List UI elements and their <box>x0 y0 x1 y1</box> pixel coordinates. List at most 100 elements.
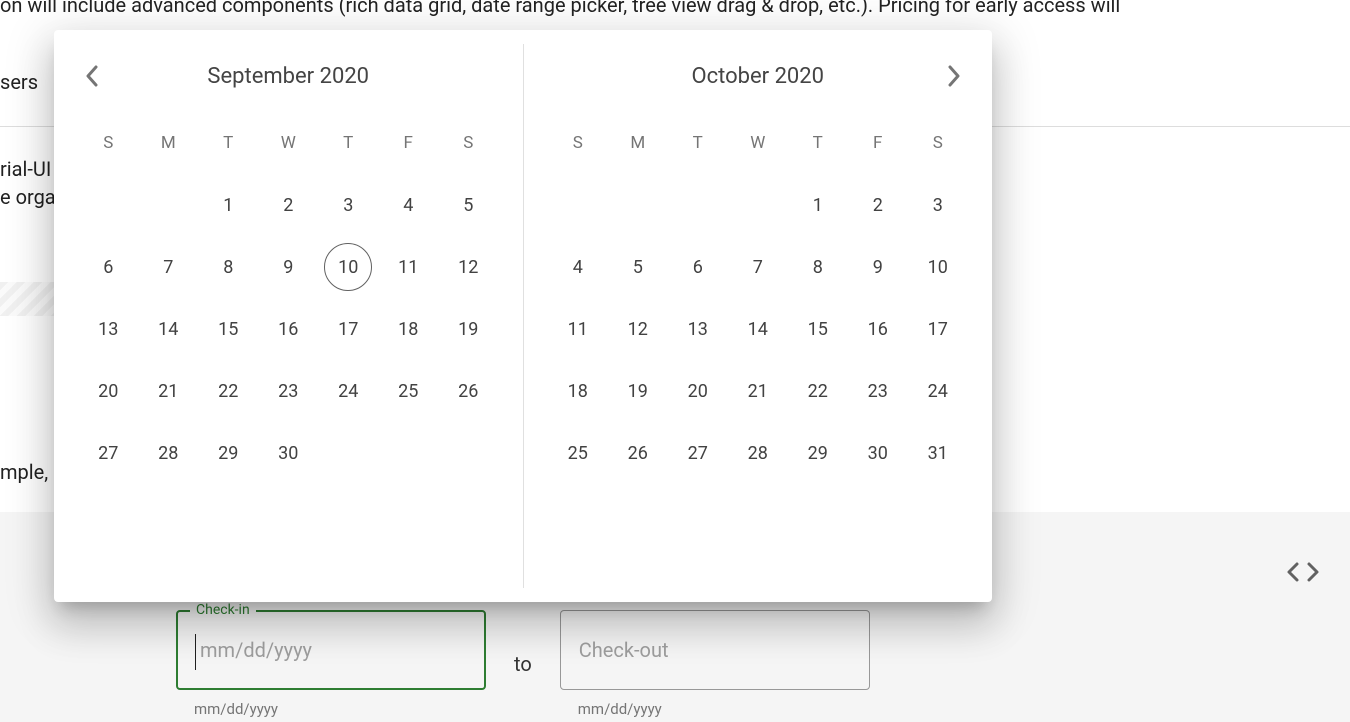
day-of-week-header: M <box>608 112 668 174</box>
text-caret <box>195 634 196 670</box>
day-of-week-header: T <box>788 112 848 174</box>
calendar-day[interactable]: 6 <box>668 236 728 298</box>
calendar-day[interactable]: 25 <box>378 360 438 422</box>
calendar-day[interactable]: 12 <box>608 298 668 360</box>
calendar-day[interactable]: 6 <box>78 236 138 298</box>
calendar-day[interactable]: 2 <box>258 174 318 236</box>
month-title-left: September 2020 <box>207 64 369 89</box>
calendar-day[interactable]: 1 <box>198 174 258 236</box>
calendar-day[interactable]: 26 <box>608 422 668 484</box>
checkin-input[interactable]: Check-in mm/dd/yyyy <box>176 610 486 690</box>
background-text-line: rial-UI <box>0 157 51 181</box>
calendar-empty-cell <box>548 174 608 236</box>
calendar-day[interactable]: 27 <box>668 422 728 484</box>
checkout-helper-text: mm/dd/yyyy <box>578 700 870 718</box>
calendar-day[interactable]: 10 <box>318 236 378 298</box>
calendar-day[interactable]: 4 <box>548 236 608 298</box>
calendar-day[interactable]: 15 <box>198 298 258 360</box>
day-of-week-header: M <box>138 112 198 174</box>
calendar-day[interactable]: 18 <box>378 298 438 360</box>
calendar-day[interactable]: 28 <box>138 422 198 484</box>
calendar-day[interactable]: 19 <box>608 360 668 422</box>
day-of-week-header: F <box>848 112 908 174</box>
checkout-placeholder: Check-out <box>579 638 669 662</box>
calendar-day[interactable]: 31 <box>908 422 968 484</box>
day-of-week-header: S <box>908 112 968 174</box>
calendar-empty-cell <box>138 174 198 236</box>
calendar-day[interactable]: 7 <box>728 236 788 298</box>
background-stripe <box>0 282 60 316</box>
calendar-day[interactable]: 27 <box>78 422 138 484</box>
month-panel-right: October 2020 SMTWTFS12345678910111213141… <box>524 30 993 602</box>
calendar-day[interactable]: 5 <box>438 174 498 236</box>
calendar-day[interactable]: 19 <box>438 298 498 360</box>
calendar-day[interactable]: 29 <box>198 422 258 484</box>
day-of-week-header: W <box>728 112 788 174</box>
calendar-day[interactable]: 20 <box>78 360 138 422</box>
calendar-day[interactable]: 11 <box>548 298 608 360</box>
calendar-empty-cell <box>728 174 788 236</box>
calendar-day[interactable]: 30 <box>258 422 318 484</box>
calendar-day[interactable]: 20 <box>668 360 728 422</box>
calendar-day[interactable]: 21 <box>728 360 788 422</box>
background-text-line: sers <box>0 70 38 94</box>
calendar-day[interactable]: 3 <box>318 174 378 236</box>
calendar-day[interactable]: 17 <box>318 298 378 360</box>
calendar-day[interactable]: 30 <box>848 422 908 484</box>
day-of-week-header: S <box>438 112 498 174</box>
day-of-week-header: W <box>258 112 318 174</box>
calendar-empty-cell <box>668 174 728 236</box>
view-code-button[interactable] <box>1286 560 1320 584</box>
calendar-day[interactable]: 28 <box>728 422 788 484</box>
calendar-day[interactable]: 29 <box>788 422 848 484</box>
calendar-day[interactable]: 8 <box>198 236 258 298</box>
calendar-day[interactable]: 13 <box>78 298 138 360</box>
calendar-day[interactable]: 3 <box>908 174 968 236</box>
calendar-day[interactable]: 14 <box>728 298 788 360</box>
day-of-week-header: T <box>668 112 728 174</box>
day-of-week-header: S <box>548 112 608 174</box>
calendar-day[interactable]: 22 <box>198 360 258 422</box>
calendar-day[interactable]: 12 <box>438 236 498 298</box>
calendar-day[interactable]: 5 <box>608 236 668 298</box>
calendar-day[interactable]: 26 <box>438 360 498 422</box>
calendar-day[interactable]: 2 <box>848 174 908 236</box>
calendar-day[interactable]: 18 <box>548 360 608 422</box>
calendar-day[interactable]: 25 <box>548 422 608 484</box>
calendar-day[interactable]: 21 <box>138 360 198 422</box>
calendar-grid-right: SMTWTFS123456789101112131415161718192021… <box>538 112 979 484</box>
calendar-day[interactable]: 1 <box>788 174 848 236</box>
calendar-day[interactable]: 23 <box>258 360 318 422</box>
calendar-grid-left: SMTWTFS123456789101112131415161718192021… <box>68 112 509 484</box>
background-text-line: e orga <box>0 185 56 209</box>
calendar-empty-cell <box>78 174 138 236</box>
calendar-day[interactable]: 7 <box>138 236 198 298</box>
calendar-day[interactable]: 16 <box>258 298 318 360</box>
calendar-day[interactable]: 11 <box>378 236 438 298</box>
month-panel-left: September 2020 SMTWTFS123456789101112131… <box>54 30 523 602</box>
date-range-popup: September 2020 SMTWTFS123456789101112131… <box>54 30 992 602</box>
calendar-day[interactable]: 24 <box>908 360 968 422</box>
calendar-empty-cell <box>608 174 668 236</box>
prev-month-button[interactable] <box>72 56 112 96</box>
calendar-day[interactable]: 24 <box>318 360 378 422</box>
calendar-day[interactable]: 10 <box>908 236 968 298</box>
background-text-line: on will include advanced components (ric… <box>0 0 1290 20</box>
checkin-placeholder: mm/dd/yyyy <box>200 638 312 662</box>
calendar-day[interactable]: 13 <box>668 298 728 360</box>
calendar-day[interactable]: 17 <box>908 298 968 360</box>
calendar-day[interactable]: 9 <box>258 236 318 298</box>
calendar-day[interactable]: 22 <box>788 360 848 422</box>
day-of-week-header: S <box>78 112 138 174</box>
next-month-button[interactable] <box>934 56 974 96</box>
calendar-day[interactable]: 15 <box>788 298 848 360</box>
checkout-input[interactable]: Check-out <box>560 610 870 690</box>
calendar-day[interactable]: 9 <box>848 236 908 298</box>
calendar-day[interactable]: 16 <box>848 298 908 360</box>
day-of-week-header: F <box>378 112 438 174</box>
calendar-day[interactable]: 14 <box>138 298 198 360</box>
calendar-day[interactable]: 4 <box>378 174 438 236</box>
date-range-inputs: Check-in mm/dd/yyyy mm/dd/yyyy to Check-… <box>176 610 870 718</box>
calendar-day[interactable]: 8 <box>788 236 848 298</box>
calendar-day[interactable]: 23 <box>848 360 908 422</box>
